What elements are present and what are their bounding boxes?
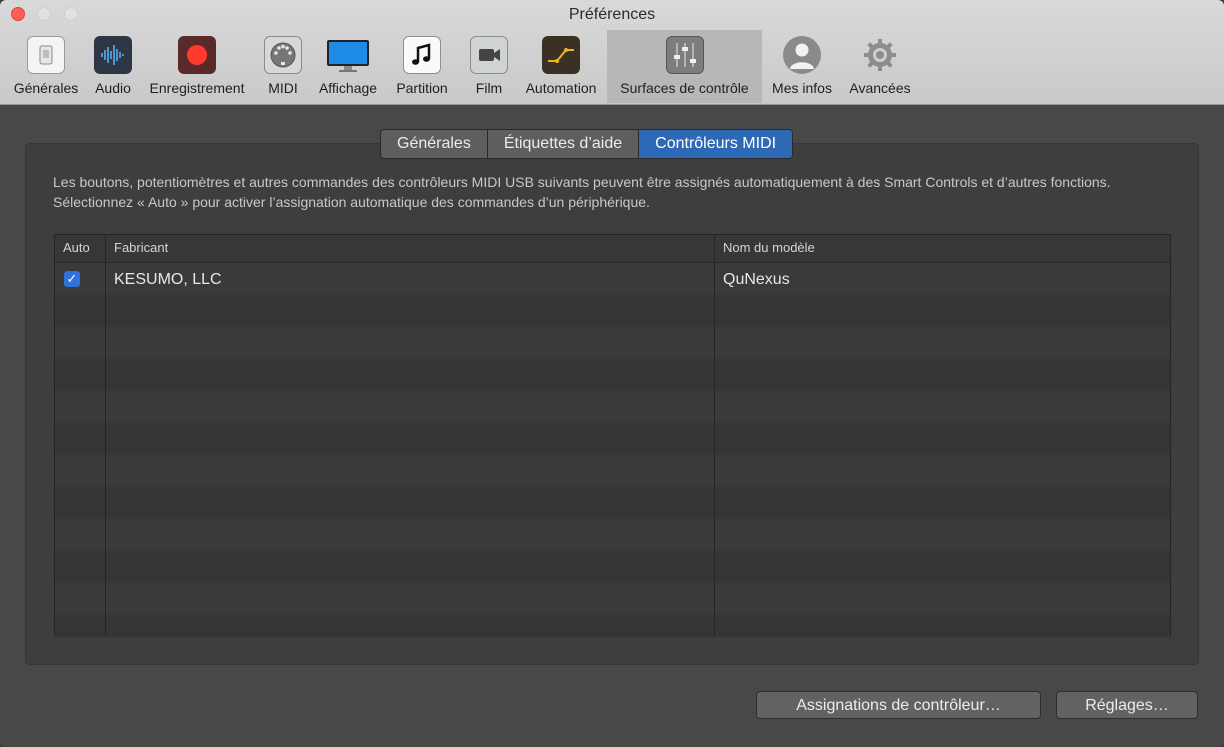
preferences-window: Préférences Générales Audio Enregistreme… — [0, 0, 1224, 747]
toolbar-label-film: Film — [475, 80, 503, 96]
toolbar-item-enregistrement[interactable]: Enregistrement — [141, 30, 253, 103]
column-header-nom-du-modele[interactable]: Nom du modèle — [723, 235, 815, 262]
toolbar-label-mes-infos: Mes infos — [772, 80, 832, 96]
toolbar-label-avancees: Avancées — [849, 80, 911, 96]
toolbar-label-audio: Audio — [95, 80, 131, 96]
tab-controleurs-midi[interactable]: Contrôleurs MIDI — [639, 130, 793, 158]
toolbar-item-film[interactable]: Film — [463, 30, 515, 103]
tab-etiquettes-aide[interactable]: Étiquettes d’aide — [488, 130, 640, 158]
description-text: Les boutons, potentiomètres et autres co… — [53, 174, 1111, 210]
empty-row — [55, 359, 1170, 391]
toolbar-item-audio[interactable]: Audio — [88, 30, 138, 103]
cell-fabricant: KESUMO, LLC — [114, 271, 222, 288]
tab-generales[interactable]: Générales — [381, 130, 488, 158]
toolbar-item-affichage[interactable]: Affichage — [313, 30, 383, 103]
toolbar-item-generales[interactable]: Générales — [10, 30, 82, 103]
window-title: Préférences — [568, 6, 656, 23]
empty-row — [55, 455, 1170, 487]
toolbar: Préférences Générales Audio Enregistreme… — [0, 0, 1224, 105]
toolbar-label-partition: Partition — [396, 80, 448, 96]
toolbar-item-surfaces-de-controle[interactable]: Surfaces de contrôle — [607, 30, 762, 103]
empty-row — [55, 583, 1170, 615]
toolbar-item-automation[interactable]: Automation — [519, 30, 603, 103]
gear-icon — [861, 36, 899, 74]
toolbar-label-generales: Générales — [13, 80, 79, 96]
empty-row — [55, 423, 1170, 455]
faders-icon — [665, 36, 704, 74]
toolbar-label-surfaces-de-controle: Surfaces de contrôle — [620, 80, 749, 96]
settings-button[interactable]: Réglages… — [1056, 691, 1198, 719]
toolbar-item-midi[interactable]: MIDI — [258, 30, 308, 103]
toolbar-label-automation: Automation — [525, 80, 597, 96]
toolbar-item-partition[interactable]: Partition — [390, 30, 454, 103]
midi-connector-icon — [264, 36, 302, 74]
video-camera-icon — [470, 36, 508, 74]
toolbar-label-enregistrement: Enregistrement — [149, 80, 245, 96]
toolbar-label-midi: MIDI — [268, 80, 298, 96]
empty-row — [55, 519, 1170, 551]
empty-row — [55, 487, 1170, 519]
auto-checkbox[interactable]: ✓ — [64, 271, 80, 287]
empty-row — [55, 391, 1170, 423]
display-icon — [326, 36, 370, 74]
controller-assignments-button[interactable]: Assignations de contrôleur… — [756, 691, 1041, 719]
toolbar-label-affichage: Affichage — [318, 80, 378, 96]
controllers-table: Auto Fabricant Nom du modèle ✓ KESUMO, L… — [54, 234, 1171, 637]
column-header-fabricant[interactable]: Fabricant — [114, 235, 168, 262]
empty-row — [55, 327, 1170, 359]
table-body: ✓ KESUMO, LLC QuNexus — [55, 263, 1170, 637]
table-row[interactable]: ✓ KESUMO, LLC QuNexus — [55, 263, 1170, 295]
music-note-icon — [403, 36, 441, 74]
toolbar-item-avancees[interactable]: Avancées — [843, 30, 917, 103]
waveform-icon — [94, 36, 132, 74]
empty-row — [55, 615, 1170, 637]
tab-bar: Générales Étiquettes d’aide Contrôleurs … — [380, 129, 794, 159]
empty-row — [55, 295, 1170, 327]
empty-row — [55, 551, 1170, 583]
switch-icon — [27, 36, 65, 74]
column-divider[interactable] — [105, 235, 106, 636]
user-silhouette-icon — [783, 36, 821, 74]
table-header: Auto Fabricant Nom du modèle — [55, 235, 1170, 263]
record-icon — [178, 36, 216, 74]
column-divider[interactable] — [714, 235, 715, 636]
column-header-auto[interactable]: Auto — [63, 235, 90, 262]
cell-nom-du-modele: QuNexus — [723, 271, 790, 288]
automation-curve-icon — [542, 36, 580, 74]
toolbar-item-mes-infos[interactable]: Mes infos — [766, 30, 838, 103]
